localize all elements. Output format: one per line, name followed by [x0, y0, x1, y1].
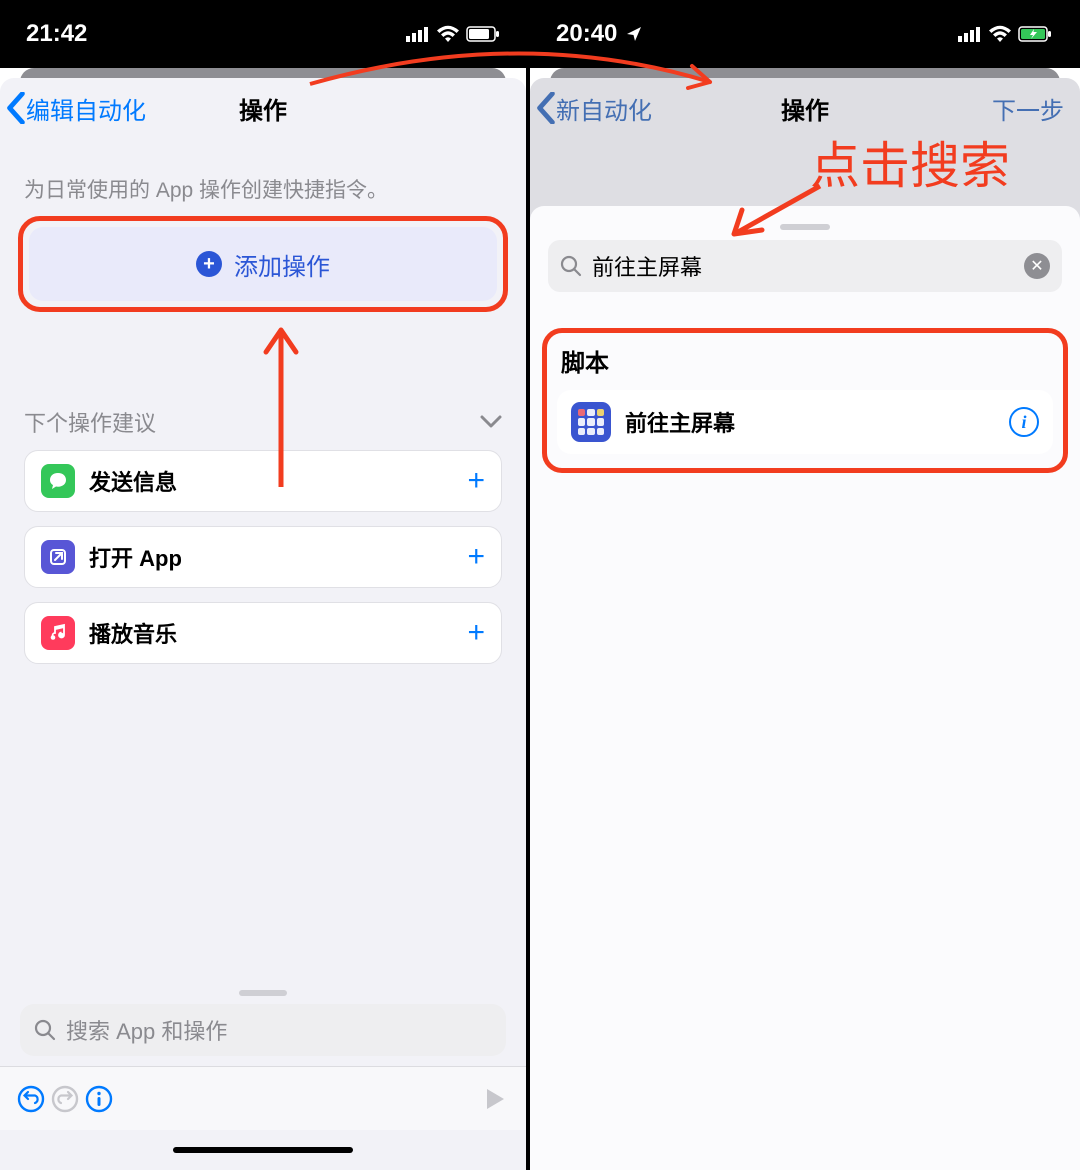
add-action-label: 添加操作	[234, 247, 330, 282]
music-icon	[41, 616, 75, 650]
info-icon[interactable]: i	[1009, 407, 1039, 437]
info-button[interactable]	[82, 1082, 116, 1116]
wifi-icon	[988, 25, 1012, 43]
suggestions-header[interactable]: 下个操作建议	[24, 406, 502, 438]
add-action-button[interactable]: + 添加操作	[29, 227, 497, 301]
search-input[interactable]: 搜索 App 和操作	[20, 1004, 506, 1056]
plus-icon[interactable]: +	[467, 540, 485, 574]
search-value: 前往主屏幕	[592, 250, 1014, 282]
back-button[interactable]: 新自动化	[536, 91, 652, 126]
clock: 21:42	[26, 20, 87, 48]
page-title: 操作	[239, 91, 287, 126]
chevron-left-icon	[536, 92, 556, 124]
messages-icon	[41, 464, 75, 498]
page-title: 操作	[781, 91, 829, 126]
suggestion-row[interactable]: 播放音乐 +	[24, 602, 502, 664]
clock: 20:40	[556, 20, 617, 48]
clear-button[interactable]: ✕	[1024, 253, 1050, 279]
suggestions-list: 发送信息 + 打开 App + 播放音乐 +	[24, 450, 502, 664]
back-label: 编辑自动化	[26, 91, 146, 126]
result-row[interactable]: 前往主屏幕 i	[557, 390, 1053, 454]
search-icon	[34, 1019, 56, 1041]
chevron-down-icon	[480, 409, 502, 435]
suggestion-row[interactable]: 发送信息 +	[24, 450, 502, 512]
chevron-left-icon	[6, 92, 26, 124]
suggestion-label: 发送信息	[89, 465, 453, 497]
suggestion-row[interactable]: 打开 App +	[24, 526, 502, 588]
redo-button[interactable]	[48, 1082, 82, 1116]
status-icons	[406, 25, 500, 43]
hint-text: 为日常使用的 App 操作创建快捷指令。	[24, 174, 502, 204]
open-app-icon	[41, 540, 75, 574]
left-screenshot: 21:42 编辑自动化 操作 为日常使用的 App 操作创建快捷指令。 + 添加…	[0, 0, 526, 1170]
plus-circle-icon: +	[196, 251, 222, 277]
plus-icon[interactable]: +	[467, 616, 485, 650]
next-button[interactable]: 下一步	[992, 91, 1064, 126]
status-bar: 21:42	[0, 0, 526, 68]
back-label: 新自动化	[556, 91, 652, 126]
right-screenshot: 20:40 新自动化 操作 下一步 前往主屏幕 ✕ 脚	[530, 0, 1080, 1170]
nav-bar: 编辑自动化 操作	[0, 78, 526, 138]
home-indicator	[0, 1130, 526, 1170]
bottom-area: 搜索 App 和操作	[0, 980, 526, 1170]
drag-handle[interactable]	[239, 990, 287, 996]
result-label: 前往主屏幕	[625, 406, 995, 438]
wifi-icon	[436, 25, 460, 43]
back-button[interactable]: 编辑自动化	[6, 91, 146, 126]
annotation-highlight: + 添加操作	[18, 216, 508, 312]
cellular-icon	[406, 26, 430, 42]
suggestion-label: 播放音乐	[89, 617, 453, 649]
drag-handle[interactable]	[780, 224, 830, 230]
search-icon	[560, 255, 582, 277]
location-icon	[625, 25, 643, 43]
suggestions-title: 下个操作建议	[24, 406, 156, 438]
nav-bar: 新自动化 操作 下一步	[530, 78, 1080, 138]
undo-button[interactable]	[14, 1082, 48, 1116]
home-screen-icon	[571, 402, 611, 442]
battery-icon	[466, 26, 500, 42]
search-input[interactable]: 前往主屏幕 ✕	[548, 240, 1062, 292]
suggestion-label: 打开 App	[89, 541, 453, 573]
search-placeholder: 搜索 App 和操作	[66, 1014, 227, 1046]
annotation-highlight: 脚本 前往主屏幕 i	[542, 328, 1068, 473]
actions-sheet: 新自动化 操作 下一步 前往主屏幕 ✕ 脚本 前往主屏幕 i	[530, 78, 1080, 1170]
search-panel: 前往主屏幕 ✕ 脚本 前往主屏幕 i	[530, 206, 1080, 1170]
actions-sheet: 编辑自动化 操作 为日常使用的 App 操作创建快捷指令。 + 添加操作 下个操…	[0, 78, 526, 1170]
play-button[interactable]	[478, 1082, 512, 1116]
result-section-title: 脚本	[561, 343, 1053, 378]
cellular-icon	[958, 26, 982, 42]
battery-charging-icon	[1018, 26, 1054, 42]
toolbar	[0, 1066, 526, 1130]
status-icons	[958, 25, 1054, 43]
status-bar: 20:40	[530, 0, 1080, 68]
plus-icon[interactable]: +	[467, 464, 485, 498]
